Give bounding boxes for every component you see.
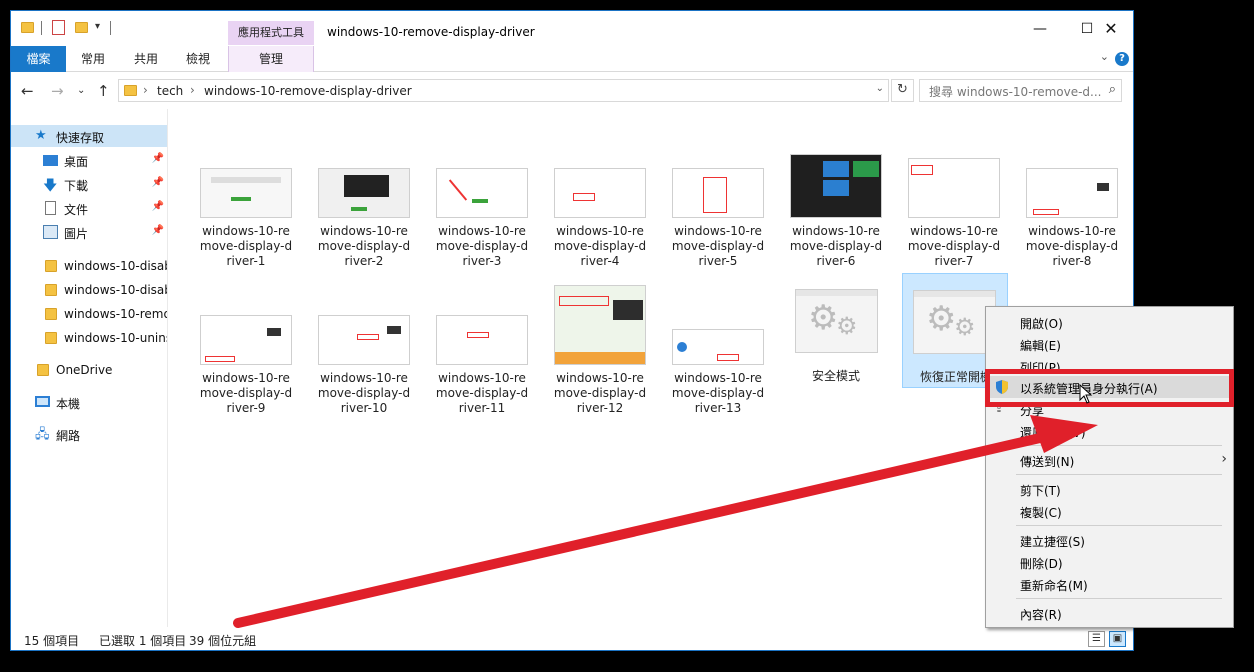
- mouse-cursor-icon: [1079, 383, 1093, 404]
- annotation-arrow: [233, 383, 1098, 628]
